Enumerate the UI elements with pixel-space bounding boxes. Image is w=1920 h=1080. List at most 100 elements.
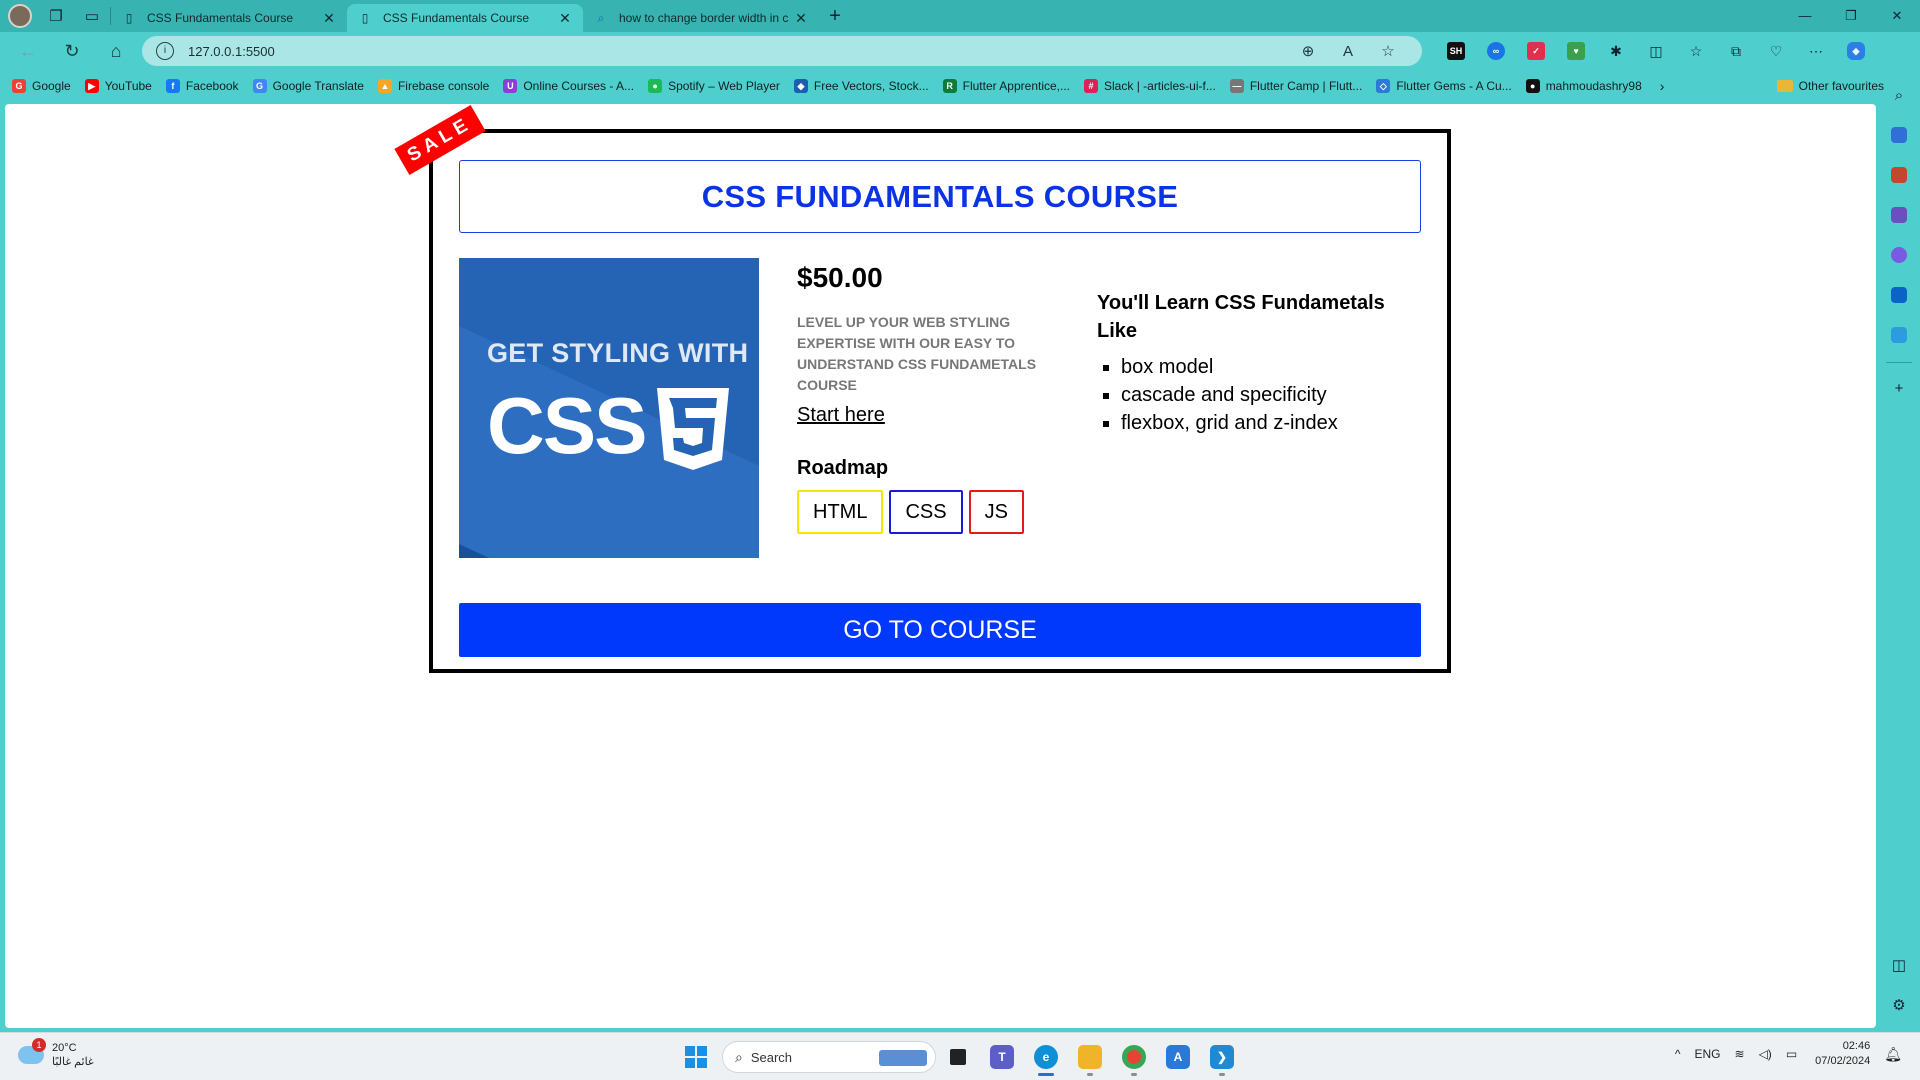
close-tab-icon[interactable]: ✕ xyxy=(793,10,809,27)
back-button[interactable]: ← xyxy=(6,32,50,70)
performance-icon[interactable]: ♡ xyxy=(1756,32,1796,70)
bookmark-item[interactable]: U Online Courses - A... xyxy=(503,79,634,93)
zoom-icon[interactable]: ⊕ xyxy=(1288,42,1328,60)
bookmarks-more-chevron-icon[interactable]: › xyxy=(1660,78,1665,94)
tab-0[interactable]: ▯ CSS Fundamentals Course ✕ xyxy=(111,4,347,32)
weather-widget[interactable]: 1 20°C غائم غالبًا xyxy=(18,1038,94,1069)
split-screen-icon[interactable]: ◫ xyxy=(1636,32,1676,70)
bookmark-favicon-icon: U xyxy=(503,79,518,93)
sidebar-games-icon[interactable] xyxy=(1884,200,1914,230)
url-text[interactable]: 127.0.0.1:5500 xyxy=(188,44,1288,59)
go-to-course-button[interactable]: GO TO COURSE xyxy=(459,603,1421,657)
address-bar[interactable]: i 127.0.0.1:5500 ⊕ A ☆ xyxy=(142,36,1422,66)
chrome-icon xyxy=(1122,1045,1146,1069)
bookmark-item[interactable]: R Flutter Apprentice,... xyxy=(942,79,1071,93)
tab-2[interactable]: ⌕ how to change border width in c ✕ xyxy=(583,4,819,32)
bookmark-label: Spotify – Web Player xyxy=(668,79,780,93)
home-button[interactable]: ⌂ xyxy=(94,32,138,70)
other-favourites[interactable]: Other favourites xyxy=(1776,79,1884,93)
task-view-button[interactable] xyxy=(936,1037,980,1077)
sidebar-shopping-icon[interactable] xyxy=(1884,120,1914,150)
thumbnail-tagline: GET STYLING WITH xyxy=(487,338,749,368)
search-placeholder: Search xyxy=(750,1049,793,1065)
bookmark-item[interactable]: ◆ Free Vectors, Stock... xyxy=(793,79,929,93)
read-aloud-icon[interactable]: A xyxy=(1328,43,1368,60)
site-info-icon[interactable]: i xyxy=(156,42,174,60)
learn-list: box modelcascade and specificityflexbox,… xyxy=(1097,353,1417,437)
bookmark-item[interactable]: G Google xyxy=(12,79,71,93)
bookmark-item[interactable]: ▲ Firebase console xyxy=(377,79,489,93)
bookmark-item[interactable]: ◇ Flutter Gems - A Cu... xyxy=(1376,79,1512,93)
edge-button[interactable]: e xyxy=(1024,1037,1068,1077)
chevron-up-icon[interactable]: ^ xyxy=(1675,1047,1681,1061)
learn-heading: You'll Learn CSS Fundametals Like xyxy=(1097,292,1385,342)
vscode-button[interactable]: ❯ xyxy=(1200,1037,1244,1077)
collections-icon[interactable]: ⧉ xyxy=(1716,32,1756,70)
chrome-button[interactable] xyxy=(1112,1037,1156,1077)
bookmark-item[interactable]: ● Spotify – Web Player xyxy=(648,79,780,93)
close-tab-icon[interactable]: ✕ xyxy=(321,10,337,27)
roadmap-heading: Roadmap xyxy=(797,457,889,479)
extension-pocket-icon[interactable]: ✓ xyxy=(1516,32,1556,70)
volume-icon[interactable]: ◁) xyxy=(1759,1047,1772,1061)
bookmark-label: Slack | -articles-ui-f... xyxy=(1104,79,1216,93)
sidebar-send-icon[interactable] xyxy=(1884,320,1914,350)
extensions-puzzle-icon[interactable]: ✱ xyxy=(1596,32,1636,70)
roadmap-chip-js: JS xyxy=(968,490,1024,534)
sidebar-search-icon[interactable]: ⌕ xyxy=(1884,80,1914,110)
language-indicator[interactable]: ENG xyxy=(1695,1047,1721,1061)
bookmark-item[interactable]: ▶ YouTube xyxy=(84,79,152,93)
start-button[interactable] xyxy=(676,1037,716,1077)
bookmark-item[interactable]: — Flutter Camp | Flutt... xyxy=(1229,79,1363,93)
new-tab-button[interactable]: + xyxy=(819,5,851,28)
bookmark-item[interactable]: f Facebook xyxy=(165,79,239,93)
bookmark-favicon-icon: ◇ xyxy=(1376,79,1391,93)
restore-icon[interactable]: ❐ xyxy=(1828,8,1874,24)
bookmark-item[interactable]: # Slack | -articles-ui-f... xyxy=(1084,79,1216,93)
favorites-icon[interactable]: ☆ xyxy=(1676,32,1716,70)
bookmark-label: Google Translate xyxy=(272,79,364,93)
workspaces-icon[interactable]: ❐ xyxy=(38,0,74,32)
extension-shield-icon[interactable]: ♥ xyxy=(1556,32,1596,70)
profile-avatar[interactable] xyxy=(8,4,32,28)
bookmark-label: YouTube xyxy=(104,79,152,93)
folder-icon xyxy=(1776,80,1793,92)
bookmark-label: Flutter Apprentice,... xyxy=(962,79,1071,93)
bookmark-label: Flutter Camp | Flutt... xyxy=(1249,79,1363,93)
notification-bell-icon[interactable]: 🔔︎ xyxy=(1884,1046,1902,1063)
minimize-icon[interactable]: — xyxy=(1782,8,1828,24)
tab-actions-icon[interactable]: ▭ xyxy=(74,0,110,32)
clock[interactable]: 02:46 07/02/2024 xyxy=(1815,1039,1870,1069)
file-explorer-button[interactable] xyxy=(1068,1037,1112,1077)
taskbar: 1 20°C غائم غالبًا ⌕ Search T e A ❯ ^ EN… xyxy=(0,1032,1920,1080)
more-menu-icon[interactable]: ⋯ xyxy=(1796,32,1836,70)
bookmark-item[interactable]: G Google Translate xyxy=(252,79,364,93)
battery-icon[interactable]: ▭ xyxy=(1786,1047,1797,1061)
extension-infinity-icon[interactable]: ∞ xyxy=(1476,32,1516,70)
course-card: SALE CSS FUNDAMENTALS COURSE GET STYLING… xyxy=(394,105,1451,673)
copilot-icon[interactable]: ◆ xyxy=(1836,32,1876,70)
translator-button[interactable]: A xyxy=(1156,1037,1200,1077)
sidebar-settings-icon[interactable]: ⚙ xyxy=(1884,990,1914,1020)
sidebar-outlook-icon[interactable] xyxy=(1884,280,1914,310)
taskbar-search[interactable]: ⌕ Search xyxy=(722,1041,936,1073)
reload-button[interactable]: ↻ xyxy=(50,32,94,70)
sidebar-panel-icon[interactable]: ◫ xyxy=(1884,950,1914,980)
bookmark-item[interactable]: ● mahmoudashry98 xyxy=(1525,79,1642,93)
weather-description: غائم غالبًا xyxy=(52,1056,94,1068)
tab-1[interactable]: ▯ CSS Fundamentals Course ✕ xyxy=(347,4,583,32)
time: 02:46 xyxy=(1842,1040,1871,1052)
cloud-icon: 1 xyxy=(18,1038,46,1064)
wifi-icon[interactable]: ≋ xyxy=(1735,1047,1745,1061)
sidebar-add-icon[interactable]: + xyxy=(1884,373,1914,403)
sidebar-copilot-icon[interactable] xyxy=(1884,240,1914,270)
start-here-link[interactable]: Start here xyxy=(797,404,885,427)
favorite-star-icon[interactable]: ☆ xyxy=(1368,42,1408,60)
sidebar-tools-icon[interactable] xyxy=(1884,160,1914,190)
teams-button[interactable]: T xyxy=(980,1037,1024,1077)
learn-section: You'll Learn CSS Fundametals Like box mo… xyxy=(1097,289,1417,437)
close-tab-icon[interactable]: ✕ xyxy=(557,10,573,27)
page-icon: ▯ xyxy=(361,11,369,25)
extension-sh-icon[interactable]: SH xyxy=(1436,32,1476,70)
close-window-icon[interactable]: ✕ xyxy=(1874,8,1920,24)
